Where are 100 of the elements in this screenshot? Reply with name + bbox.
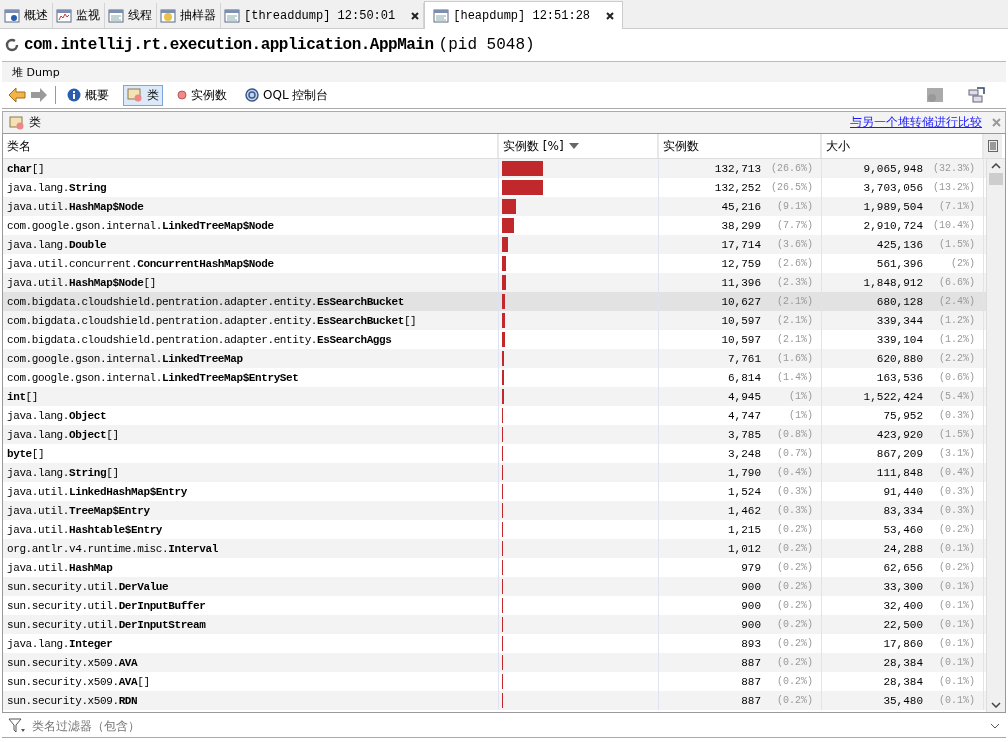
view-button[interactable]: 类 <box>123 84 163 106</box>
size-cell: 83,334 <box>883 504 923 517</box>
percent-cell-text: (3.6%) <box>776 239 813 250</box>
size-cell: 28,384 <box>883 656 923 669</box>
count-cell: 17,714 <box>721 238 761 251</box>
percent-cell-text: (2.4%) <box>938 296 975 307</box>
size-cell: 425,136 <box>876 238 923 251</box>
count-cell: 132,713 <box>714 162 761 175</box>
percent-cell-text: (1.5%) <box>938 239 975 250</box>
count-cell: 4,945 <box>728 390 761 403</box>
size-cell: 9,065,948 <box>863 162 923 175</box>
percent-cell-text: (0.2%) <box>938 562 975 573</box>
count-cell: 900 <box>741 618 761 631</box>
count-cell: 1,012 <box>728 542 761 555</box>
filter-icon[interactable] <box>8 718 26 734</box>
size-cell: 35,480 <box>883 694 923 707</box>
size-cell: 423,920 <box>876 428 923 441</box>
filter-field[interactable]: 类名过滤器（包含） <box>30 718 986 734</box>
size-cell: 561,396 <box>876 257 923 270</box>
size-cell: 163,536 <box>876 371 923 384</box>
tab[interactable]: [threaddump] 12:50:01 <box>221 3 425 28</box>
tab[interactable]: 线程 <box>105 3 157 28</box>
tab[interactable]: 概述 <box>1 3 53 28</box>
panel-title: 类 <box>29 114 41 131</box>
count-cell: 10,597 <box>721 314 761 327</box>
size-cell: 62,656 <box>883 561 923 574</box>
info-icon <box>67 88 81 102</box>
count-cell: 3,248 <box>728 447 761 460</box>
count-cell: 12,759 <box>721 257 761 270</box>
view-button[interactable]: 概要 <box>63 84 113 106</box>
percent-cell-text: (0.2%) <box>776 676 813 687</box>
view-button[interactable]: 实例数 <box>173 84 231 106</box>
column-chooser-icon[interactable] <box>988 140 998 152</box>
percent-cell-text: (0.2%) <box>776 619 813 630</box>
percent-cell-text: (0.2%) <box>776 562 813 573</box>
window-icon <box>433 7 450 24</box>
count-cell: 979 <box>741 561 761 574</box>
percent-cell-text: (0.2%) <box>776 543 813 554</box>
sort-descending-icon <box>568 143 579 149</box>
percent-cell-text: (0.4%) <box>938 467 975 478</box>
tab[interactable]: 监视 <box>53 3 105 28</box>
count-cell: 38,299 <box>721 219 761 232</box>
percent-cell-text: (2.6%) <box>776 258 813 269</box>
size-cell: 28,384 <box>883 675 923 688</box>
percent-cell-text: (5.4%) <box>938 391 975 402</box>
percent-cell-text: (0.3%) <box>776 486 813 497</box>
size-cell: 3,703,056 <box>863 181 923 194</box>
scroll-down-icon[interactable] <box>991 702 1001 708</box>
percent-cell-text: (2.1%) <box>776 315 813 326</box>
tab[interactable]: [heapdump] 12:51:28 <box>424 1 624 29</box>
percent-cell-text: (1.5%) <box>938 429 975 440</box>
percent-cell-text: (7.1%) <box>938 201 975 212</box>
percent-cell-text: (0.1%) <box>938 600 975 611</box>
application-title: com.intellij.rt.execution.application.AppMain <box>24 36 434 54</box>
classes-icon[interactable] <box>926 87 944 103</box>
compare-link[interactable]: 与另一个堆转储进行比较 <box>850 114 982 131</box>
count-cell: 893 <box>741 637 761 650</box>
close-icon[interactable] <box>606 11 615 20</box>
percent-cell-text: (0.8%) <box>776 429 813 440</box>
size-cell: 17,860 <box>883 637 923 650</box>
percent-cell-text: (0.1%) <box>938 657 975 668</box>
percent-cell-text: (26.6%) <box>770 163 813 174</box>
count-cell: 4,747 <box>728 409 761 422</box>
count-cell: 11,396 <box>721 276 761 289</box>
scroll-up-icon[interactable] <box>991 163 1001 169</box>
classes-icon <box>9 115 25 130</box>
export-icon[interactable] <box>968 87 986 103</box>
count-cell: 7,761 <box>728 352 761 365</box>
percent-cell-text: (32.3%) <box>932 163 975 174</box>
size-cell: 1,848,912 <box>863 276 923 289</box>
percent-cell-text: (0.1%) <box>938 676 975 687</box>
tab[interactable]: 抽样器 <box>157 3 221 28</box>
percent-cell-text: (0.2%) <box>776 695 813 706</box>
percent-cell-text: (0.3%) <box>938 486 975 497</box>
count-cell: 887 <box>741 656 761 669</box>
classes-icon <box>127 88 143 102</box>
percent-cell-text: (0.2%) <box>776 638 813 649</box>
scrollbar-thumb[interactable] <box>989 173 1003 185</box>
percent-cell-text: (1%) <box>788 391 813 402</box>
percent-cell-text: (2.1%) <box>776 334 813 345</box>
dropdown-caret-icon[interactable] <box>990 723 1000 729</box>
count-cell: 132,252 <box>714 181 761 194</box>
percent-cell-text: (2.3%) <box>776 277 813 288</box>
back-arrow-icon[interactable] <box>8 87 26 103</box>
size-cell: 111,848 <box>876 466 923 479</box>
percent-cell-text: (0.3%) <box>938 410 975 421</box>
percent-cell-text: (0.1%) <box>938 581 975 592</box>
percent-cell-text: (0.3%) <box>938 505 975 516</box>
count-cell: 6,814 <box>728 371 761 384</box>
section-label: 堆 Dump <box>12 64 60 80</box>
percent-cell-text: (0.7%) <box>776 448 813 459</box>
percent-cell-text: (0.4%) <box>776 467 813 478</box>
percent-cell-text: (0.6%) <box>938 372 975 383</box>
view-button[interactable]: OQL 控制台 <box>241 84 333 106</box>
size-cell: 867,209 <box>876 447 923 460</box>
list-window-icon <box>108 7 124 24</box>
info-window-icon <box>4 7 20 24</box>
close-icon[interactable] <box>411 11 420 20</box>
percent-cell-text: (13.2%) <box>932 182 975 193</box>
percent-cell-text: (10.4%) <box>932 220 975 231</box>
